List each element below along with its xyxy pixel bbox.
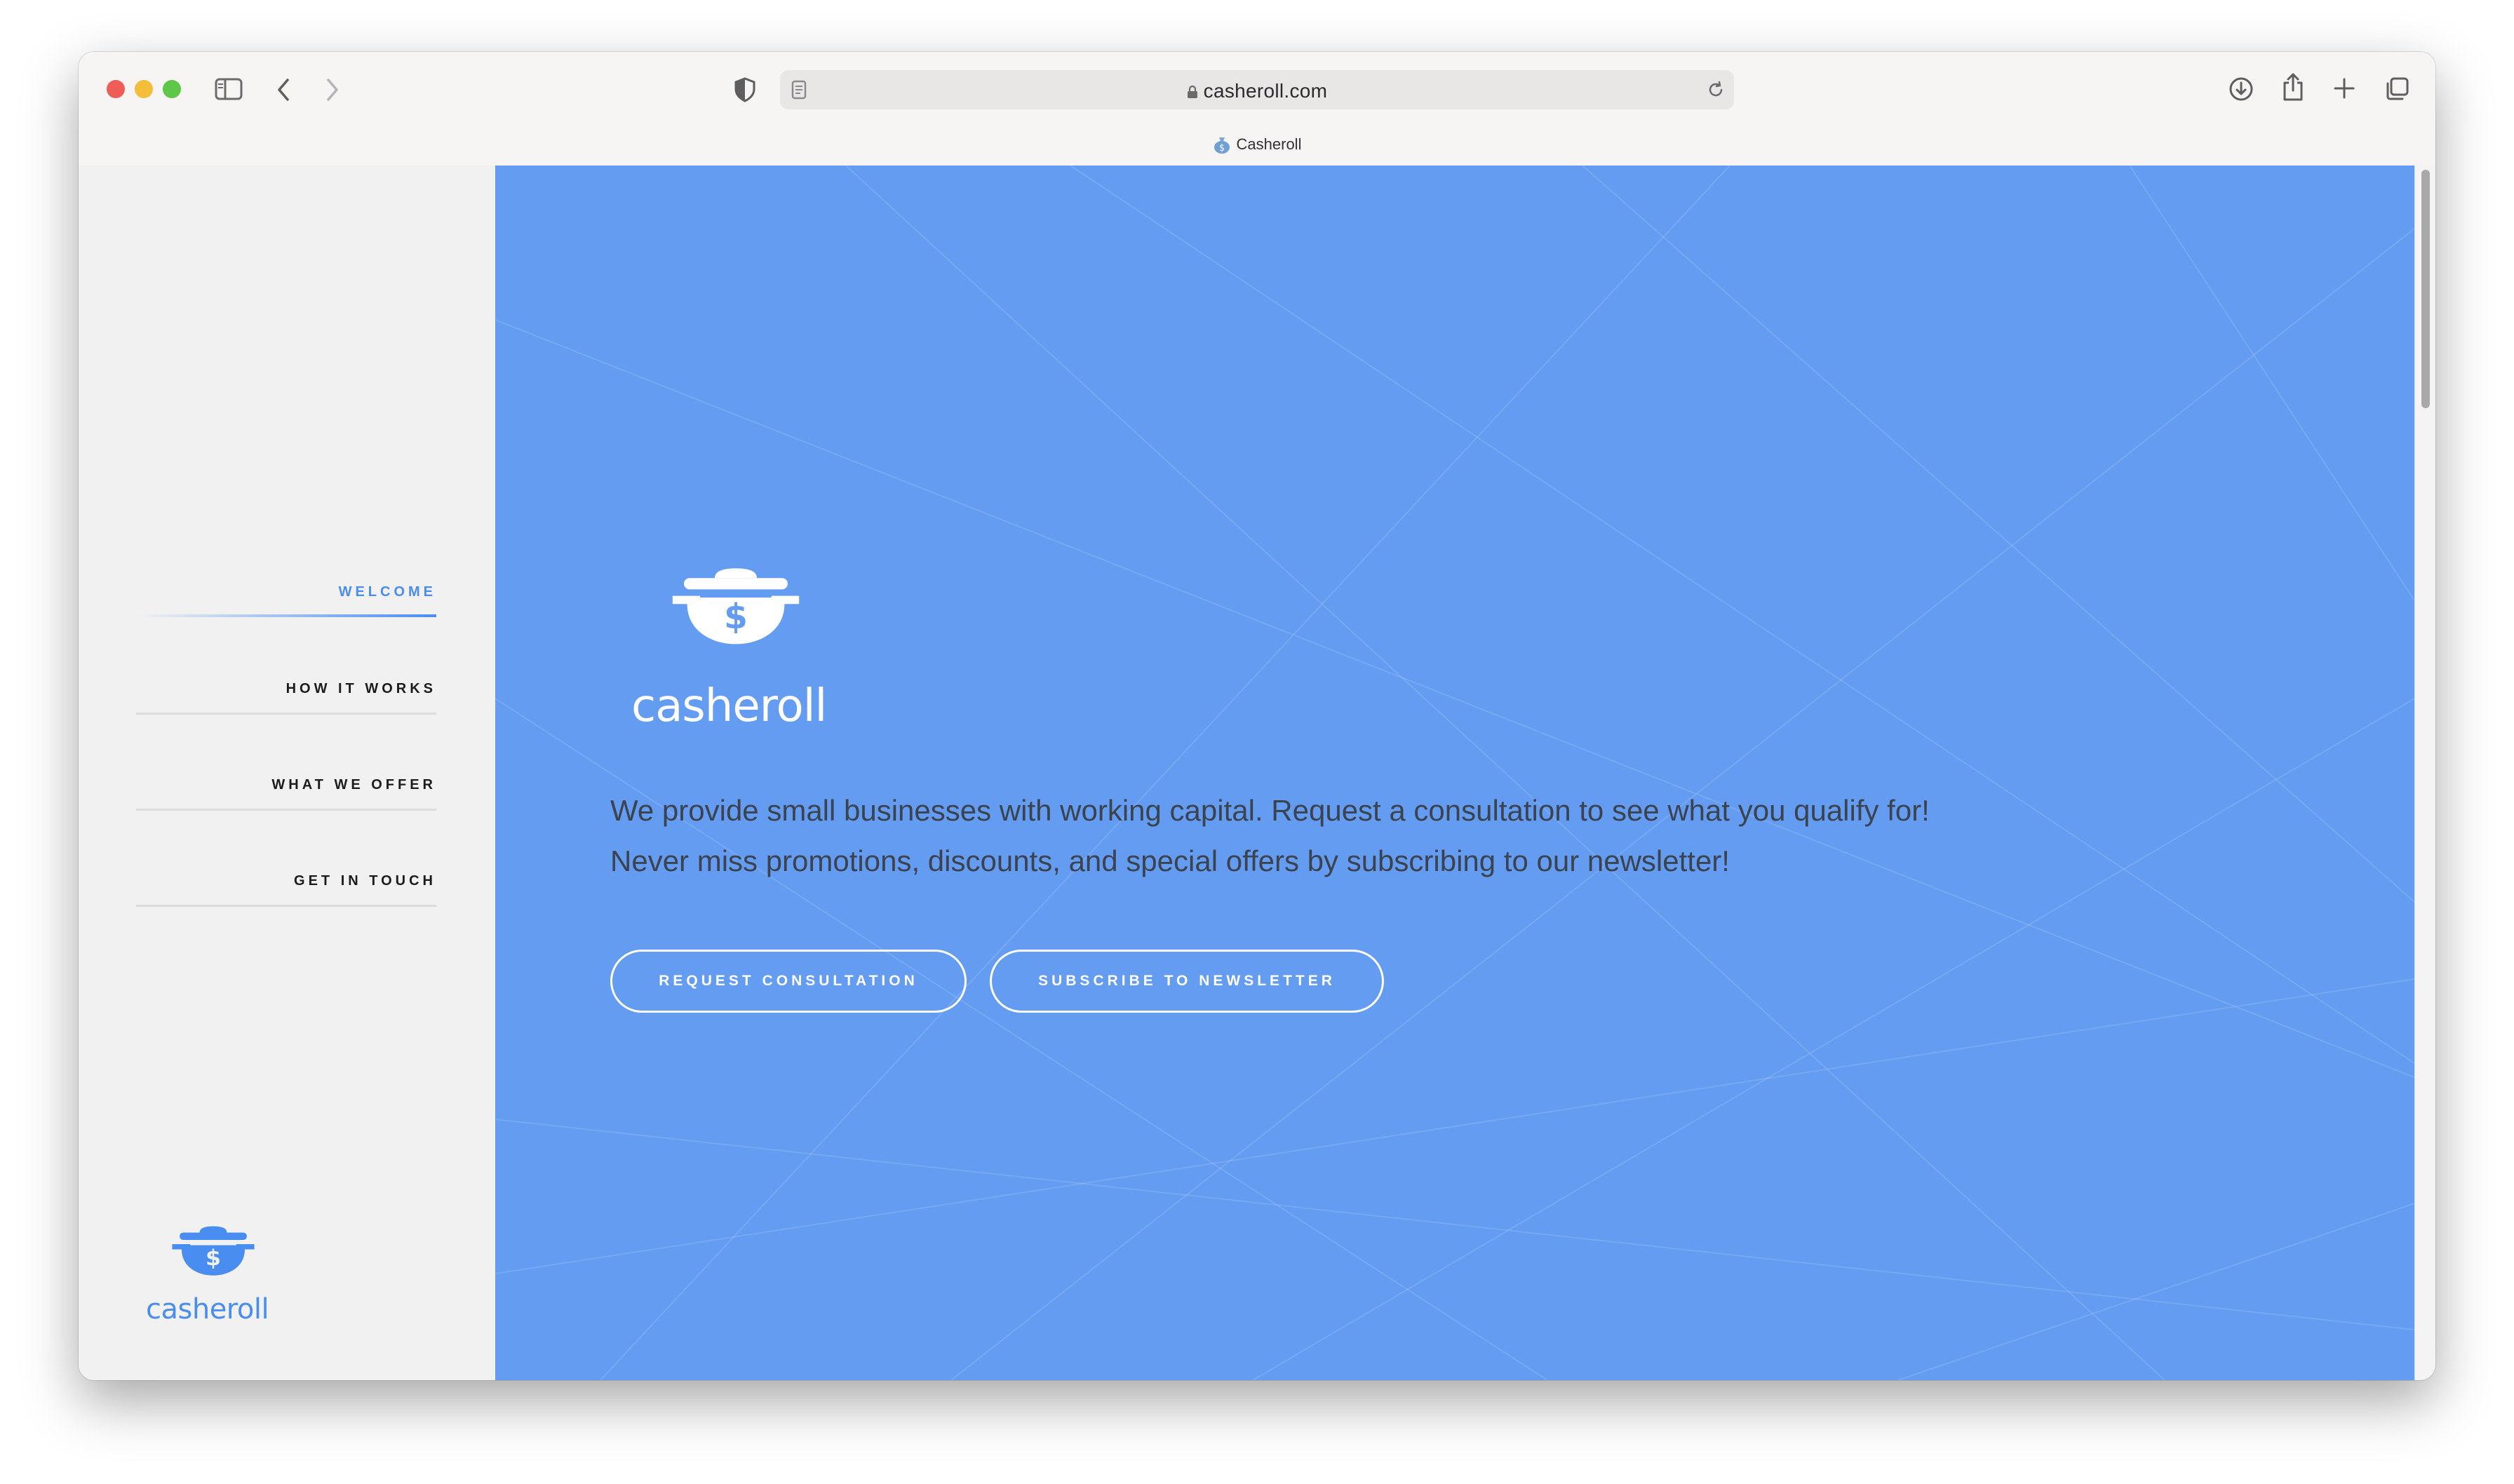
request-consultation-button[interactable]: REQUEST CONSULTATION (610, 950, 967, 1013)
active-tab[interactable]: $ Casheroll (79, 135, 2435, 154)
browser-window: casheroll.com $ Casheroll WELCOME HOW IT… (79, 52, 2435, 1380)
fullscreen-window-button[interactable] (163, 80, 181, 98)
privacy-shield-icon[interactable] (734, 77, 756, 102)
sidebar-logo-text: casheroll (146, 1293, 269, 1326)
browser-titlebar: casheroll.com $ Casheroll (79, 52, 2435, 166)
nav-item-welcome[interactable]: WELCOME (136, 567, 436, 617)
url-text: casheroll.com (780, 80, 1734, 102)
hero-logo[interactable]: $ casheroll (631, 567, 843, 749)
sidebar-logo[interactable]: $ casheroll (146, 1225, 289, 1330)
svg-text:$: $ (724, 598, 748, 637)
svg-text:$: $ (206, 1246, 221, 1271)
downloads-icon[interactable] (2228, 76, 2254, 102)
nav-label-how-it-works: HOW IT WORKS (285, 681, 436, 696)
nav-active-underline (136, 614, 436, 617)
nav-item-what-we-offer[interactable]: WHAT WE OFFER (136, 760, 436, 811)
forward-arrow-icon[interactable] (324, 76, 341, 104)
moneybag-favicon-icon: $ (1214, 137, 1230, 154)
nav-label-get-in-touch: GET IN TOUCH (294, 873, 436, 889)
sidebar: WELCOME HOW IT WORKS WHAT WE OFFER GET I… (79, 166, 495, 1380)
back-arrow-icon[interactable] (275, 76, 292, 104)
pot-logo-icon: $ (672, 568, 800, 645)
nav-item-how-it-works[interactable]: HOW IT WORKS (136, 663, 436, 715)
address-bar[interactable]: casheroll.com (780, 70, 1734, 109)
reload-icon[interactable] (1706, 80, 1726, 100)
subscribe-newsletter-button[interactable]: SUBSCRIBE TO NEWSLETTER (990, 950, 1384, 1013)
tab-overview-icon[interactable] (2384, 76, 2410, 102)
hero-background-lines (495, 166, 2414, 1380)
lock-icon (1187, 85, 1197, 98)
sidebar-toggle-icon[interactable] (215, 77, 243, 101)
share-icon[interactable] (2281, 72, 2305, 102)
nav-label-welcome: WELCOME (338, 584, 436, 600)
page-scrollbar[interactable] (2414, 166, 2435, 1380)
tab-title-text: Casheroll (1236, 135, 1302, 153)
hero-section: $ casheroll We provide small businesses … (495, 166, 2414, 1380)
nav-item-get-in-touch[interactable]: GET IN TOUCH (136, 856, 436, 907)
pot-logo-icon: $ (172, 1226, 255, 1276)
nav-label-what-we-offer: WHAT WE OFFER (271, 777, 436, 792)
close-window-button[interactable] (107, 80, 125, 98)
hero-tagline: We provide small businesses with working… (610, 794, 1930, 827)
minimize-window-button[interactable] (135, 80, 153, 98)
page-content: WELCOME HOW IT WORKS WHAT WE OFFER GET I… (79, 166, 2435, 1380)
svg-text:$: $ (1218, 143, 1224, 154)
hero-newsletter-pitch: Never miss promotions, discounts, and sp… (610, 844, 1730, 877)
new-tab-icon[interactable] (2333, 77, 2355, 100)
scrollbar-thumb[interactable] (2421, 170, 2430, 408)
url-value: casheroll.com (1203, 80, 1328, 102)
hero-logo-text: casheroll (631, 680, 827, 732)
